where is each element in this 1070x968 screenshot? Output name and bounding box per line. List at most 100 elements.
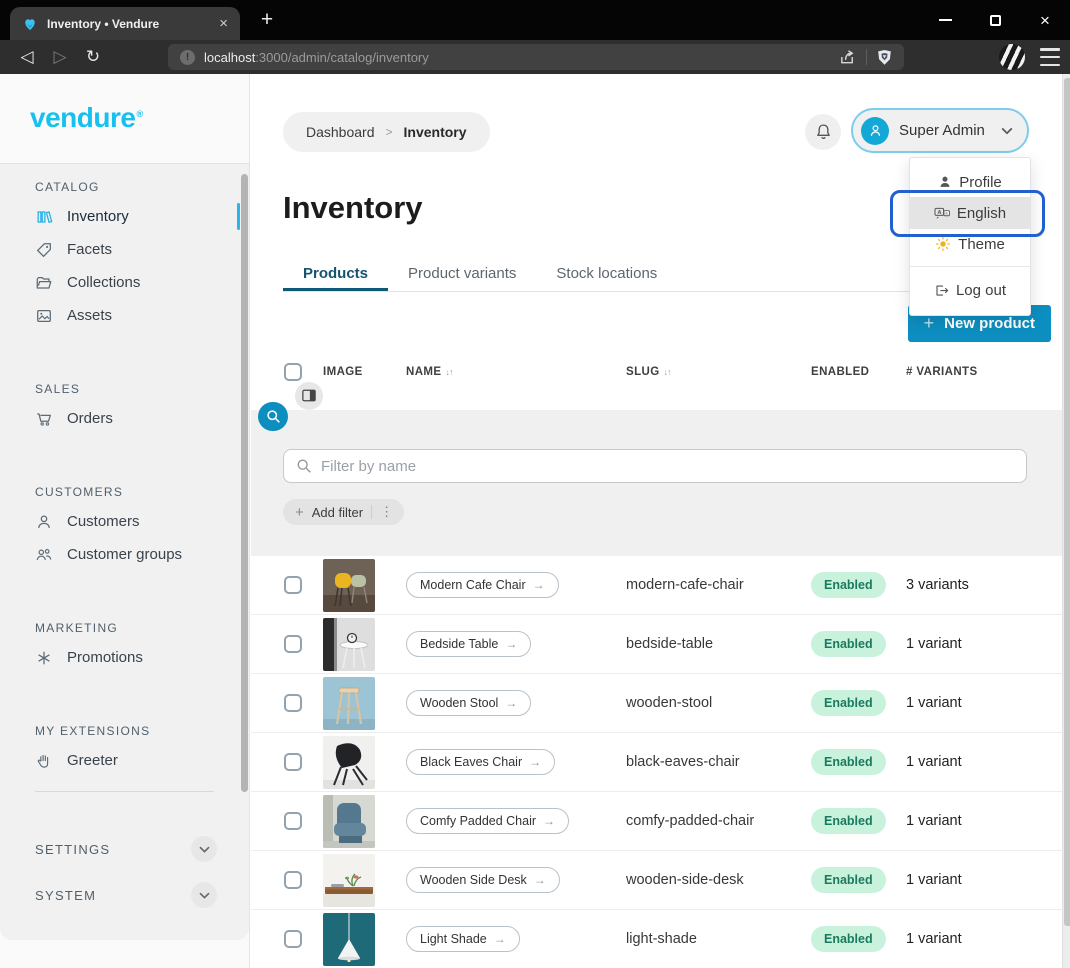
product-image[interactable] (323, 913, 375, 966)
row-checkbox[interactable] (284, 694, 302, 712)
tab-stock-locations[interactable]: Stock locations (536, 256, 677, 291)
breadcrumb-inventory[interactable]: Inventory (404, 124, 467, 140)
vendure-logo[interactable]: vendure® (30, 102, 143, 134)
status-badge: Enabled (811, 808, 886, 834)
status-badge: Enabled (811, 690, 886, 716)
sidebar-item-customer-groups[interactable]: Customer groups (0, 538, 249, 571)
variant-count: 1 variant (906, 695, 1028, 711)
tab-product-variants[interactable]: Product variants (388, 256, 536, 291)
sidebar-item-facets[interactable]: Facets (0, 233, 249, 266)
column-settings-button[interactable] (295, 382, 323, 410)
sidebar-item-label: Assets (67, 307, 112, 324)
menu-item-logout[interactable]: Log out (910, 275, 1030, 305)
promotions-icon (35, 649, 53, 667)
product-image[interactable] (323, 736, 375, 789)
row-checkbox[interactable] (284, 635, 302, 653)
row-checkbox[interactable] (284, 930, 302, 948)
search-toggle-button[interactable] (258, 402, 288, 431)
window-minimize-button[interactable] (920, 0, 970, 40)
breadcrumb-dashboard[interactable]: Dashboard (306, 124, 375, 140)
product-name-link[interactable]: Bedside Table→ (406, 631, 531, 657)
address-bar[interactable]: ! localhost:3000/admin/catalog/inventory (168, 44, 904, 70)
hand-icon (35, 752, 53, 770)
back-button[interactable]: ◁ (12, 40, 42, 74)
sidebar-item-orders[interactable]: Orders (0, 402, 249, 435)
brave-shield-icon[interactable] (877, 49, 892, 66)
product-image[interactable] (323, 677, 375, 730)
browser-profile-avatar[interactable] (999, 44, 1025, 70)
window-close-button[interactable]: × (1020, 0, 1070, 40)
scrollbar-thumb[interactable] (1064, 78, 1070, 926)
sort-icon[interactable]: ↓↑ (664, 367, 671, 377)
window-maximize-button[interactable] (970, 0, 1020, 40)
sidebar-item-assets[interactable]: Assets (0, 299, 249, 332)
browser-menu-icon[interactable] (1040, 48, 1060, 66)
reload-button[interactable]: ↻ (78, 40, 108, 74)
browser-tab[interactable]: Inventory • Vendure × (10, 7, 240, 40)
kebab-icon[interactable]: ⋮ (380, 504, 392, 520)
page-scrollbar[interactable] (1062, 74, 1070, 968)
sidebar-scrollbar[interactable] (241, 174, 248, 792)
filter-bar: + Add filter ⋮ (251, 410, 1062, 556)
sidebar-group-settings[interactable]: SETTINGS (0, 826, 249, 872)
menu-item-theme[interactable]: Theme (910, 229, 1030, 259)
product-image[interactable] (323, 559, 375, 612)
row-checkbox[interactable] (284, 576, 302, 594)
url-host: localhost (204, 50, 255, 65)
sidebar-item-promotions[interactable]: Promotions (0, 641, 249, 674)
chevron-down-icon[interactable] (191, 836, 217, 862)
site-info-icon[interactable]: ! (180, 50, 195, 65)
add-filter-button[interactable]: + Add filter ⋮ (283, 499, 404, 525)
sort-icon[interactable]: ↓↑ (445, 367, 452, 377)
product-image[interactable] (323, 854, 375, 907)
product-image[interactable] (323, 618, 375, 671)
col-name[interactable]: NAME↓↑ (406, 366, 626, 378)
sidebar-item-customers[interactable]: Customers (0, 505, 249, 538)
tab-title: Inventory • Vendure (47, 17, 210, 31)
share-icon[interactable] (839, 49, 856, 65)
menu-item-label: Log out (956, 282, 1006, 299)
sidebar-item-greeter[interactable]: Greeter (0, 744, 249, 777)
notifications-button[interactable] (805, 114, 841, 150)
status-badge: Enabled (811, 572, 886, 598)
product-image[interactable] (323, 795, 375, 848)
sidebar-item-collections[interactable]: Collections (0, 266, 249, 299)
tab-products[interactable]: Products (283, 256, 388, 291)
new-tab-button[interactable]: + (253, 6, 281, 34)
chevron-down-icon[interactable] (191, 882, 217, 908)
menu-item-label: Profile (959, 174, 1002, 191)
menu-item-profile[interactable]: Profile (910, 167, 1030, 197)
main-content: Dashboard > Inventory Super Admin (251, 74, 1062, 968)
toolbar-divider (866, 49, 867, 65)
menu-divider (910, 266, 1030, 267)
product-name-link[interactable]: Black Eaves Chair→ (406, 749, 555, 775)
user-name: Super Admin (899, 122, 985, 139)
select-all-checkbox[interactable] (284, 363, 302, 381)
browser-toolbar: ◁ ▷ ↻ ! localhost:3000/admin/catalog/inv… (0, 40, 1070, 74)
product-name-link[interactable]: Light Shade→ (406, 926, 520, 952)
sidebar-group-system[interactable]: SYSTEM (0, 872, 249, 918)
sidebar-item-inventory[interactable]: Inventory (0, 200, 249, 233)
arrow-right-icon: → (505, 696, 517, 710)
row-checkbox[interactable] (284, 871, 302, 889)
row-checkbox[interactable] (284, 753, 302, 771)
product-name: Wooden Stool (420, 696, 498, 710)
section-catalog: CATALOG (0, 174, 249, 200)
product-name-link[interactable]: Modern Cafe Chair→ (406, 572, 559, 598)
col-slug[interactable]: SLUG↓↑ (626, 366, 811, 378)
table-row: Light Shade→ light-shade Enabled 1 varia… (251, 910, 1062, 968)
row-checkbox[interactable] (284, 812, 302, 830)
forward-button[interactable]: ▷ (45, 40, 75, 74)
plus-icon: + (295, 504, 304, 521)
section-marketing: MARKETING (0, 615, 249, 641)
browser-window: Inventory • Vendure × + × ◁ ▷ ↻ ! localh… (0, 0, 1070, 968)
tab-close-icon[interactable]: × (219, 15, 228, 32)
menu-item-language[interactable]: A a English (910, 197, 1030, 229)
product-name-link[interactable]: Comfy Padded Chair→ (406, 808, 569, 834)
product-name-link[interactable]: Wooden Stool → (406, 690, 531, 716)
user-menu-button[interactable]: Super Admin (851, 108, 1029, 153)
filter-by-name-input[interactable] (321, 458, 1014, 475)
product-table: Modern Cafe Chair→ modern-cafe-chair Ena… (251, 556, 1062, 968)
vendure-favicon-icon (22, 16, 38, 32)
product-name-link[interactable]: Wooden Side Desk→ (406, 867, 560, 893)
